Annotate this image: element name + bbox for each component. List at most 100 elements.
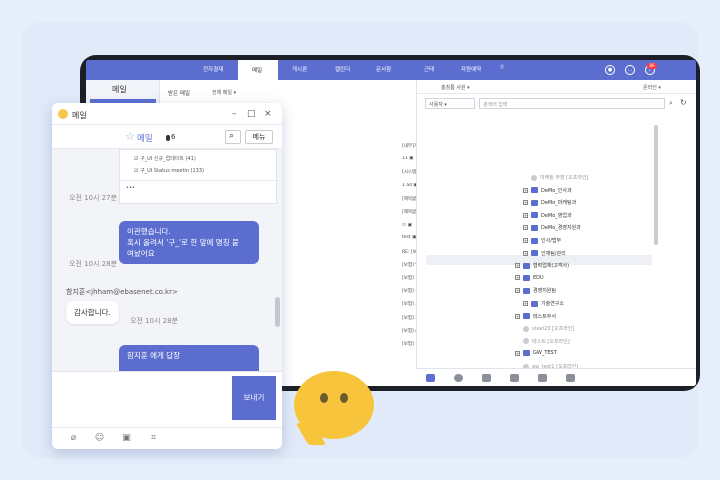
message-icon[interactable] <box>482 374 491 382</box>
org-tree-item[interactable]: + DeMo_마케팅과 <box>523 199 576 206</box>
nav-item-docs[interactable]: 문서함 <box>376 65 391 73</box>
tab-inbox[interactable]: 받은 메일 <box>168 89 190 97</box>
minimize-icon[interactable]: – <box>232 109 237 119</box>
org-tree-item[interactable]: + 인재팀/관리 <box>523 250 566 257</box>
nav-item-calendar[interactable]: 캘린더 <box>335 65 350 73</box>
mail-row[interactable]: 11 ▣ <box>402 156 413 161</box>
expand-icon[interactable]: + <box>515 263 520 269</box>
org-tree-item[interactable]: + GW_TEST <box>515 350 557 357</box>
status-icon[interactable] <box>454 374 463 382</box>
org-tree-item[interactable]: + 인사/법무 <box>523 237 561 244</box>
org-tree-item[interactable]: + DeMo_인사과 <box>523 187 572 194</box>
emoji-icon[interactable]: ☺ <box>94 433 105 444</box>
group-icon <box>531 300 538 307</box>
search-icon[interactable]: ⌕ <box>669 99 673 108</box>
expand-icon[interactable]: + <box>515 288 520 294</box>
org-tree-icon[interactable] <box>426 374 435 382</box>
group-icon <box>531 250 538 257</box>
org-tree-item[interactable]: + DeMo_경영지원과 <box>523 224 581 231</box>
org-tree-label: 기술연구소 <box>541 301 565 307</box>
card-line: ☑ 구_UI Status meetin (133) <box>134 168 204 174</box>
expand-icon[interactable]: + <box>515 275 520 281</box>
org-search-input[interactable]: 검색어 입력 <box>479 98 665 109</box>
star-icon[interactable]: ☆ <box>125 130 135 143</box>
shared-folder-card[interactable]: ☑ 구_UI 신규_업데이트 (41) ☑ 구_UI Status meetin… <box>119 149 278 204</box>
nav-item-approval[interactable]: 전자결재 <box>203 65 223 73</box>
mail-row[interactable]: ㅁ ▣ <box>402 222 412 228</box>
tab-mail[interactable]: 메일 <box>137 132 153 144</box>
expand-icon[interactable]: + <box>523 250 528 256</box>
org-user-select[interactable]: 총칭통 사원 ▾ <box>441 84 470 91</box>
org-tree-item[interactable]: + 경영지원팀 <box>515 287 556 294</box>
expand-icon[interactable]: + <box>515 313 520 319</box>
expand-icon[interactable]: + <box>523 187 528 193</box>
group-icon <box>523 313 530 320</box>
grid-menu-icon[interactable]: ⠿ <box>500 65 504 71</box>
org-tree-item[interactable]: + 테스트부서 <box>515 313 556 320</box>
messenger-tabs: ☆ 메일 6 ⌕ 메뉴 <box>52 125 282 149</box>
org-scrollbar[interactable] <box>654 125 658 245</box>
expand-icon[interactable]: + <box>523 200 528 206</box>
org-tree-item[interactable]: + EDU <box>515 274 544 281</box>
mail-row[interactable]: test ▣ <box>402 235 416 240</box>
nav-item-board[interactable]: 게시판 <box>292 65 307 73</box>
apps-icon[interactable] <box>566 374 575 382</box>
group-icon <box>523 262 530 269</box>
org-tree-label: steel23 [오프라인] <box>532 326 575 333</box>
timestamp: 오전 10시 28분 <box>69 260 118 268</box>
org-tree-item[interactable]: + 기술연구소 <box>523 300 564 307</box>
sidebar-title: 메일 <box>112 85 127 94</box>
expand-icon[interactable]: + <box>523 212 528 218</box>
chat-icon[interactable]: … <box>625 65 635 75</box>
expand-icon[interactable]: + <box>523 225 528 231</box>
group-icon <box>523 350 530 357</box>
nav-item-attendance[interactable]: 근태 <box>424 65 434 73</box>
timestamp: 오전 10시 28분 <box>130 317 179 325</box>
attach-icon[interactable]: ⌀ <box>68 433 79 444</box>
user-icon[interactable]: ● <box>605 65 615 75</box>
tab-people-count[interactable]: 6 <box>171 133 175 141</box>
org-tree-item[interactable]: 마케팅 부장 [오프라인] <box>531 174 588 181</box>
group-icon <box>523 287 530 294</box>
messenger-titlebar: 메일 – □ × <box>52 103 282 125</box>
capture-icon[interactable]: ⌗ <box>148 433 159 444</box>
document-icon[interactable] <box>510 374 519 382</box>
tab-all-mail[interactable]: 전체 메일 ▾ <box>212 89 236 96</box>
nav-item-resource[interactable]: 자원예약 <box>461 65 481 73</box>
expand-icon[interactable]: + <box>523 301 528 306</box>
refresh-icon[interactable]: ↻ <box>680 98 687 107</box>
person-icon <box>523 338 529 345</box>
send-button[interactable]: 보내기 <box>232 376 276 420</box>
expand-icon[interactable]: + <box>515 350 520 356</box>
org-type-select[interactable]: 사용자 ▾ <box>425 98 475 109</box>
close-icon[interactable]: × <box>264 109 272 119</box>
nav-active-tab[interactable]: 메일 <box>238 60 278 80</box>
person-icon <box>523 325 529 332</box>
org-header: 총칭통 사원 ▾ 온라인 ▾ <box>417 80 696 94</box>
messenger-window: 메일 – □ × ☆ 메일 6 ⌕ 메뉴 ☑ 구_UI 신규_업데이트 (41)… <box>52 103 282 449</box>
sender-name: 함지훈<jhham@ebasenet.co.kr> <box>66 288 178 296</box>
save-icon[interactable]: ▣ <box>121 433 132 444</box>
chat-toolbar: ⌀ ☺ ▣ ⌗ <box>52 427 282 449</box>
org-tree-item[interactable]: steel23 [오프라인] <box>523 325 574 332</box>
maximize-icon[interactable]: □ <box>247 109 256 119</box>
org-tree-item[interactable]: 테스트 [오프라인] <box>523 338 570 345</box>
received-message: 감사합니다. <box>66 301 119 324</box>
org-tree-label: 경영지원팀 <box>533 288 557 295</box>
org-tree-label: 마케팅 부장 [오프라인] <box>540 175 589 181</box>
org-tree-item[interactable]: + 협력업체(고객사) <box>515 262 569 269</box>
nav-item-mail: 메일 <box>252 68 263 74</box>
org-tree-label: EDU <box>533 274 544 281</box>
org-tree-label: 테스트 [오프라인] <box>532 338 570 345</box>
org-tree-item[interactable]: + DeMo_영업과 <box>523 212 572 219</box>
menu-button[interactable]: 메뉴 <box>245 130 273 144</box>
card-more-icon[interactable]: ••• <box>126 185 135 191</box>
card-line: ☑ 구_UI 신규_업데이트 (41) <box>134 156 196 162</box>
org-tree-label: 협력업체(고객사) <box>533 263 570 270</box>
expand-icon[interactable]: + <box>523 238 528 243</box>
message-line: 혹시 올려서 '구_'로 한 앞에 명칭 붙 <box>127 238 239 247</box>
group-icon <box>531 224 538 231</box>
org-status-select[interactable]: 온라인 ▾ <box>643 84 661 91</box>
chat-bubble-icon[interactable] <box>538 374 547 382</box>
search-button[interactable]: ⌕ <box>225 130 241 144</box>
